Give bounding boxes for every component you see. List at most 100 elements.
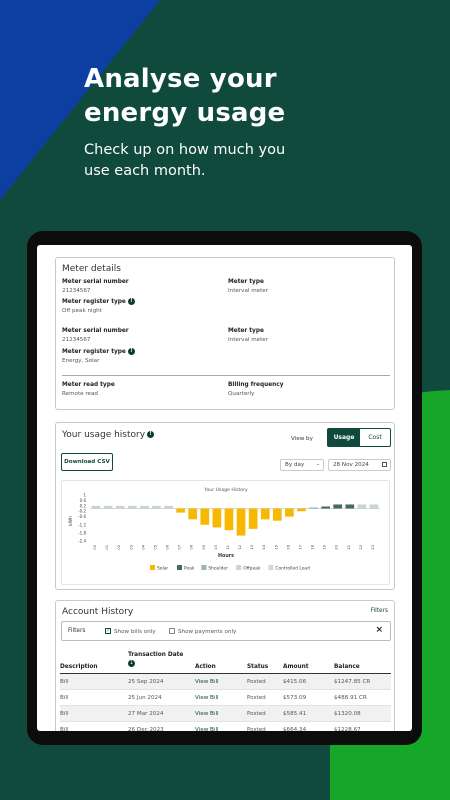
view-bill-link[interactable]: View Bill xyxy=(195,727,219,731)
info-icon[interactable]: ! xyxy=(147,431,155,438)
x-tick-label: 15 xyxy=(274,545,278,550)
col-description: Description xyxy=(60,664,98,670)
bar-solar xyxy=(176,508,185,513)
col-transaction-date-label: Transaction Date xyxy=(128,652,184,658)
table-cell: $1247.85 CR xyxy=(334,679,371,685)
calendar-icon xyxy=(382,462,387,467)
x-tick-label: 19 xyxy=(323,544,327,549)
usage-title: Your usage history! xyxy=(62,430,155,440)
x-tick-label: 17 xyxy=(298,545,302,550)
x-tick-label: 01 xyxy=(105,545,109,550)
sort-icon[interactable]: ⇣ xyxy=(128,660,135,667)
show-payments-label: Show payments only xyxy=(178,628,237,635)
register-label-text: Meter register type xyxy=(62,299,126,305)
table-cell: 25 Sep 2024 xyxy=(128,679,164,685)
x-tick-label: 07 xyxy=(178,545,182,550)
y-tick-label: -1.2 xyxy=(78,522,86,527)
table-cell: Posted xyxy=(247,679,266,685)
tablet-frame: Meter details Meter serial number 212345… xyxy=(27,231,422,745)
legend-swatch-offpeak xyxy=(236,565,242,570)
legend-swatch-controlled-load xyxy=(268,565,274,570)
col-status: Status xyxy=(247,664,269,670)
x-tick-label: 23 xyxy=(371,545,375,550)
show-bills-checkbox[interactable]: ✓ xyxy=(105,628,111,634)
chevron-down-icon: ⌄ xyxy=(315,461,320,467)
legend-label: Controlled Load xyxy=(275,566,310,572)
usage-chart-container: Your Usage History 1 0.6 0.2 -0.2 -0.6 -1.2 -1.… xyxy=(61,480,390,585)
x-tick-label: 03 xyxy=(129,545,133,550)
bar-solar xyxy=(236,508,246,536)
table-cell: $585.41 xyxy=(283,711,307,717)
filters-label: Filters xyxy=(68,628,86,634)
cost-tab[interactable]: Cost xyxy=(360,429,390,446)
meter-serial-label: Meter serial number xyxy=(62,328,129,334)
bar-solar xyxy=(200,508,210,525)
legend-label: Shoulder xyxy=(208,566,228,572)
x-axis-label: Hours xyxy=(218,553,234,559)
x-tick-label: 13 xyxy=(250,545,254,550)
x-tick-label: 22 xyxy=(359,545,363,550)
date-picker[interactable]: 28 Nov 2024 xyxy=(328,459,391,471)
usage-title-text: Your usage history xyxy=(62,430,146,440)
bar-solar xyxy=(260,508,270,520)
info-icon[interactable]: ! xyxy=(127,298,135,305)
meter-serial-value: 21234567 xyxy=(62,288,91,294)
x-tick-label: 11 xyxy=(226,545,230,550)
table-cell: 26 Dec 2023 xyxy=(128,727,164,731)
meter-register-label: Meter register type! xyxy=(62,348,135,355)
table-cell: Posted xyxy=(247,711,266,717)
period-select[interactable]: By day ⌄ xyxy=(280,459,324,471)
table-cell: Posted xyxy=(247,695,266,701)
table-cell: Bill xyxy=(60,679,69,685)
bar-offpeak xyxy=(91,505,101,509)
bar-peak xyxy=(321,506,330,509)
x-tick-label: 02 xyxy=(117,545,121,550)
legend-swatch-solar xyxy=(150,565,155,570)
x-tick-label: 00 xyxy=(93,544,97,549)
table-cell: $664.34 xyxy=(283,727,307,731)
meter-serial-label: Meter serial number xyxy=(62,279,129,285)
app-screen: Meter details Meter serial number 212345… xyxy=(37,245,412,731)
bar-peak xyxy=(333,504,343,509)
meter-type-value: Interval meter xyxy=(228,337,269,343)
hero-subtitle: Check up on how much you use each month. xyxy=(84,142,286,179)
col-balance: Balance xyxy=(334,664,360,670)
view-toggle: Usage Cost xyxy=(327,428,391,447)
meter-serial-value: 21234567 xyxy=(62,337,91,343)
y-tick-label: 0.6 xyxy=(80,498,87,503)
bar-solar xyxy=(285,508,294,517)
view-by-label: View by xyxy=(291,436,313,442)
show-payments-checkbox[interactable] xyxy=(169,628,175,634)
legend-swatch-peak xyxy=(177,565,182,570)
view-bill-link[interactable]: View Bill xyxy=(195,695,219,701)
meter-type-value: Interval meter xyxy=(228,288,269,294)
view-bill-link[interactable]: View Bill xyxy=(195,679,219,685)
x-tick-label: 21 xyxy=(347,545,351,550)
info-icon[interactable]: ! xyxy=(127,348,135,355)
legend-label: Offpeak xyxy=(243,566,261,572)
bar-peak xyxy=(345,504,355,509)
show-bills-label: Show bills only xyxy=(114,628,156,635)
close-icon[interactable]: × xyxy=(375,625,383,635)
meter-register-value: Off peak night xyxy=(62,308,102,314)
bar-solar xyxy=(224,508,234,531)
meter-register-value: Energy, Solar xyxy=(62,358,100,364)
table-row: Bill 25 Sep 2024 View Bill Posted $415.06 $12… xyxy=(60,674,391,690)
bar-solar xyxy=(188,508,198,520)
account-history-title: Account History xyxy=(62,607,134,617)
bar-offpeak xyxy=(152,505,161,509)
bar-solar xyxy=(212,508,222,528)
col-transaction-date: Transaction Date ⇣ xyxy=(128,652,183,667)
bar-offpeak xyxy=(369,504,379,509)
read-type-value: Remote read xyxy=(62,391,98,397)
view-bill-link[interactable]: View Bill xyxy=(195,711,219,717)
usage-tab[interactable]: Usage xyxy=(328,429,360,446)
download-csv-button[interactable]: Download CSV xyxy=(61,453,113,471)
y-tick-label: 0.2 xyxy=(80,503,87,508)
bar-solar xyxy=(272,508,282,521)
filters-link[interactable]: Filters xyxy=(371,608,388,614)
usage-chart: Your Usage History 10.60.2-0.2-0.6 -1.2 -1.… xyxy=(68,487,380,572)
bar-offpeak xyxy=(140,505,149,509)
date-picker-value: 28 Nov 2024 xyxy=(333,462,369,468)
table-cell: $1228.67 xyxy=(334,727,361,731)
